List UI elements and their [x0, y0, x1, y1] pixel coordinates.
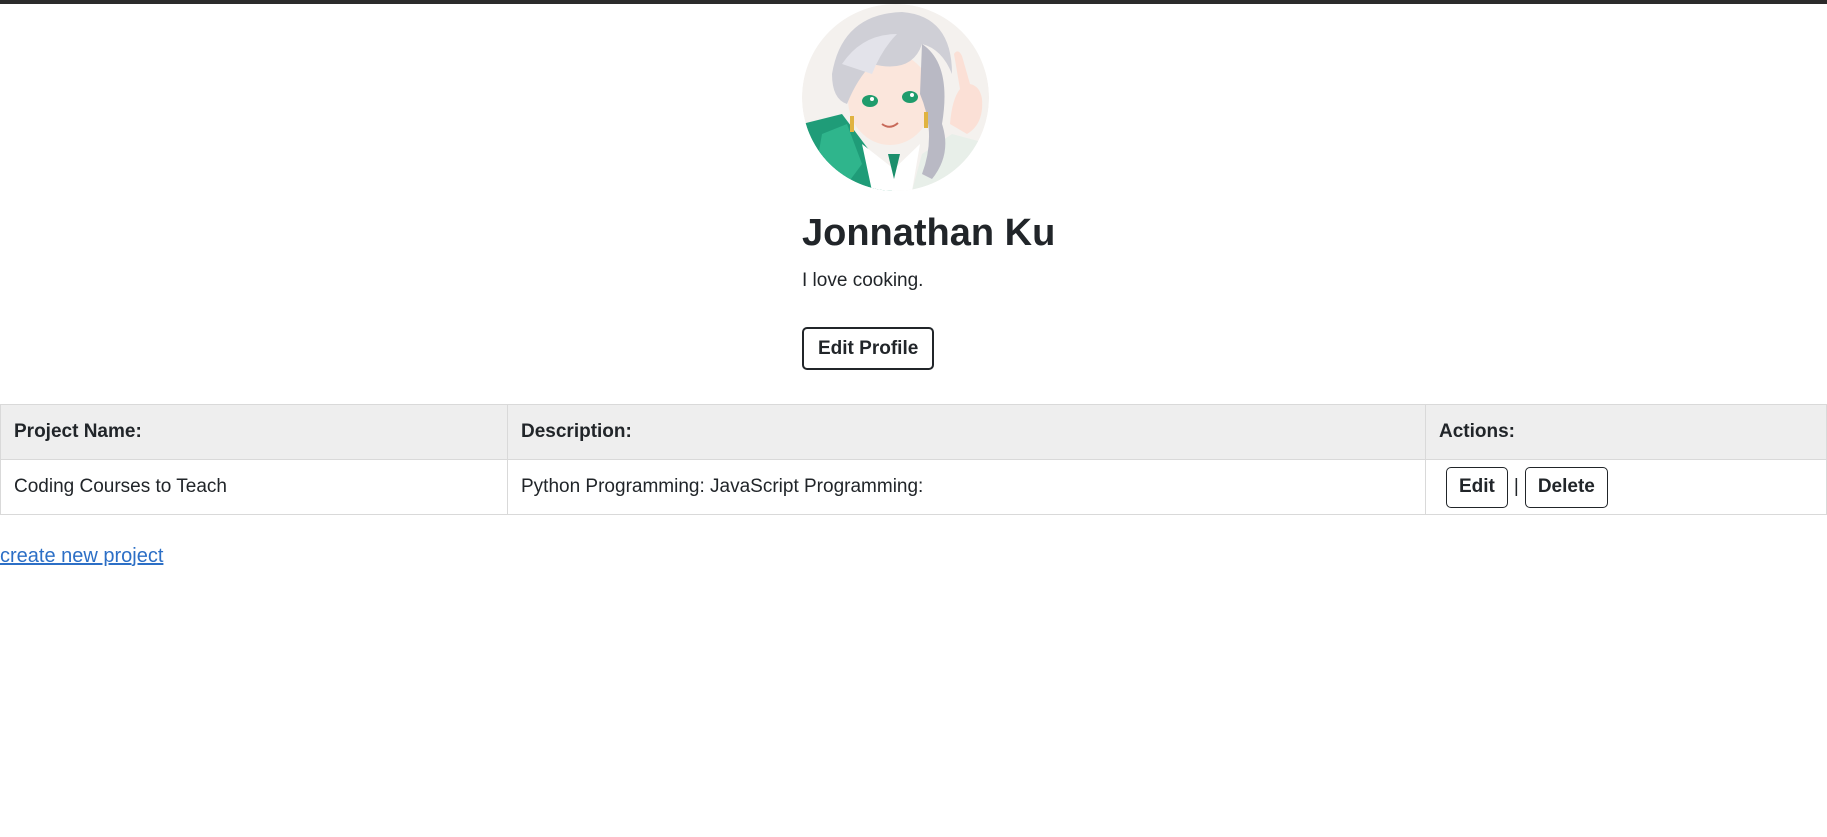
project-name-cell: Coding Courses to Teach	[0, 459, 508, 515]
edit-project-button[interactable]: Edit	[1446, 466, 1508, 508]
delete-project-button[interactable]: Delete	[1524, 466, 1608, 508]
projects-table: Project Name: Description: Actions: Codi…	[0, 404, 1827, 515]
avatar-illustration	[802, 4, 989, 191]
project-description-cell: Python Programming: JavaScript Programmi…	[507, 459, 1426, 515]
table-header-row: Project Name: Description: Actions:	[0, 404, 1827, 460]
profile-name: Jonnathan Ku	[802, 212, 1056, 254]
project-actions-cell: Edit | Delete	[1425, 459, 1827, 515]
action-separator: |	[1513, 476, 1519, 497]
edit-profile-button[interactable]: Edit Profile	[802, 327, 935, 370]
column-header-actions: Actions:	[1425, 404, 1827, 460]
column-header-description: Description:	[507, 404, 1426, 460]
create-new-project-link[interactable]: create new project	[0, 545, 163, 568]
column-header-project-name: Project Name:	[0, 404, 508, 460]
table-row: Coding Courses to Teach Python Programmi…	[0, 459, 1827, 515]
avatar	[802, 4, 989, 191]
profile-bio: I love cooking.	[802, 270, 924, 291]
profile-section: Jonnathan Ku I love cooking. Edit Profil…	[802, 4, 1402, 370]
